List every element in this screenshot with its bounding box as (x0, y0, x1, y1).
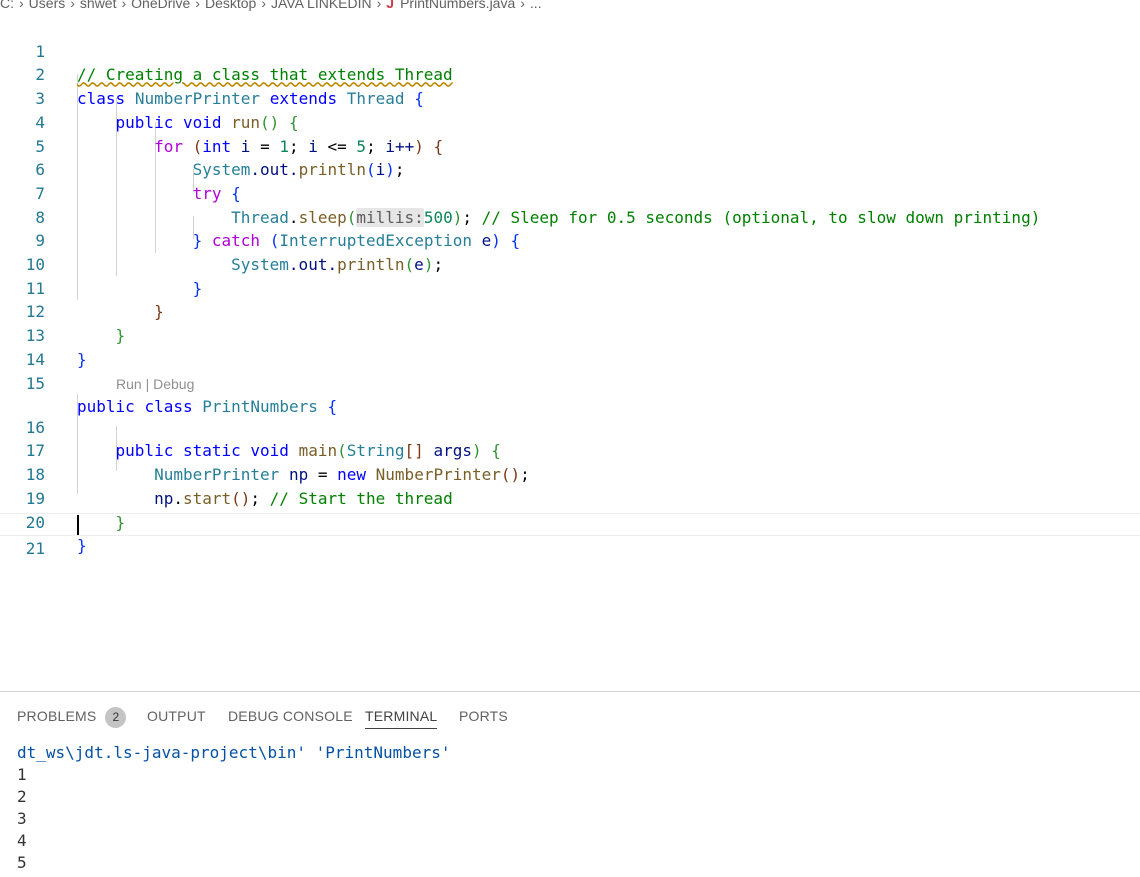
panel-tabs: PROBLEMS 2 OUTPUT DEBUG CONSOLE TERMINAL … (0, 692, 1140, 738)
tab-problems[interactable]: PROBLEMS 2 (17, 706, 127, 728)
tab-ports[interactable]: PORTS (459, 706, 508, 728)
chevron-right-icon: › (520, 0, 525, 11)
tab-output[interactable]: OUTPUT (147, 706, 206, 728)
code-line[interactable]: 16 public static void main(String[] args… (0, 392, 1140, 461)
code-line[interactable]: 3 public void run() { (0, 63, 1140, 132)
code-line[interactable]: 6 try { (0, 135, 1140, 203)
terminal-output[interactable]: dt_ws\jdt.ls-java-project\bin' 'PrintNum… (17, 742, 450, 874)
code-line[interactable]: 2 class NumberPrinter extends Thread { (0, 40, 1140, 108)
line-number: 21 (25, 539, 45, 559)
code-line[interactable]: 15 public class PrintNumbers { (0, 348, 1140, 417)
breadcrumb-folder[interactable]: JAVA LINKEDIN (271, 0, 372, 13)
chevron-right-icon: › (19, 0, 24, 11)
breadcrumb: C: › Users › shwet › OneDrive › Desktop › JAVA LIN… (0, 0, 1140, 13)
code-line[interactable]: 10 } (0, 229, 1140, 298)
breadcrumb-user[interactable]: shwet (80, 0, 117, 13)
text-cursor (77, 515, 79, 535)
code-line[interactable]: 7 Thread.sleep(millis:500); // Sleep for… (0, 158, 1140, 227)
code-line[interactable]: 17 NumberPrinter np = new NumberPrinter(… (0, 416, 1140, 484)
codelens-run-debug[interactable]: Run | Debug (116, 374, 194, 394)
current-line[interactable]: 21 (0, 512, 1140, 558)
bottom-panel: PROBLEMS 2 OUTPUT DEBUG CONSOLE TERMINAL … (0, 691, 1140, 877)
code-line[interactable]: 11 } (0, 253, 1140, 322)
code-line[interactable]: 18 np.start(); // Start the thread (0, 439, 1140, 508)
java-file-icon: J (386, 0, 395, 11)
terminal-line: dt_ws\jdt.ls-java-project\bin' 'PrintNum… (17, 743, 451, 762)
problems-count-badge: 2 (105, 707, 127, 728)
terminal-line: 2 (17, 787, 27, 806)
chevron-right-icon: › (121, 0, 127, 11)
chevron-right-icon: › (261, 0, 266, 11)
code-line[interactable]: 8 } catch (InterruptedException e) { (0, 182, 1140, 251)
code-editor[interactable]: 1 // Creating a class that extends Threa… (0, 16, 1140, 688)
code-line[interactable]: 1 // Creating a class that extends Threa… (0, 16, 1140, 85)
code-line[interactable]: 4 for (int i = 1; i <= 5; i++) { (0, 87, 1140, 156)
breadcrumb-desktop[interactable]: Desktop (205, 0, 256, 13)
code-line[interactable]: 12 } (0, 277, 1140, 345)
breadcrumb-onedrive[interactable]: OneDrive (131, 0, 190, 13)
tab-terminal[interactable]: TERMINAL (365, 706, 438, 729)
code-line[interactable]: 9 System.out.println(e); (0, 206, 1140, 274)
chevron-right-icon: › (195, 0, 200, 11)
tab-debug-console[interactable]: DEBUG CONSOLE (228, 706, 353, 728)
breadcrumb-file[interactable]: PrintNumbers.java (400, 0, 515, 13)
line-content: } (77, 534, 87, 558)
code-line[interactable]: 5 System.out.println(i); (0, 111, 1140, 180)
terminal-line: 4 (17, 831, 27, 850)
breadcrumb-more[interactable]: ... (530, 0, 542, 13)
code-line[interactable]: 13 } (0, 300, 1140, 369)
terminal-line: 5 (17, 853, 27, 872)
breadcrumb-users[interactable]: Users (29, 0, 66, 13)
bracket: } (77, 536, 87, 556)
code-line[interactable]: 14 (0, 324, 1140, 369)
chevron-right-icon: › (376, 0, 382, 11)
terminal-line: 1 (17, 765, 27, 784)
breadcrumb-drive[interactable]: C: (0, 0, 14, 13)
code-line[interactable]: 19 } (0, 463, 1140, 532)
terminal-line: 3 (17, 809, 27, 828)
code-line[interactable]: 20 } (0, 487, 1140, 556)
chevron-right-icon: › (70, 0, 75, 11)
tab-label: PROBLEMS (17, 708, 97, 724)
